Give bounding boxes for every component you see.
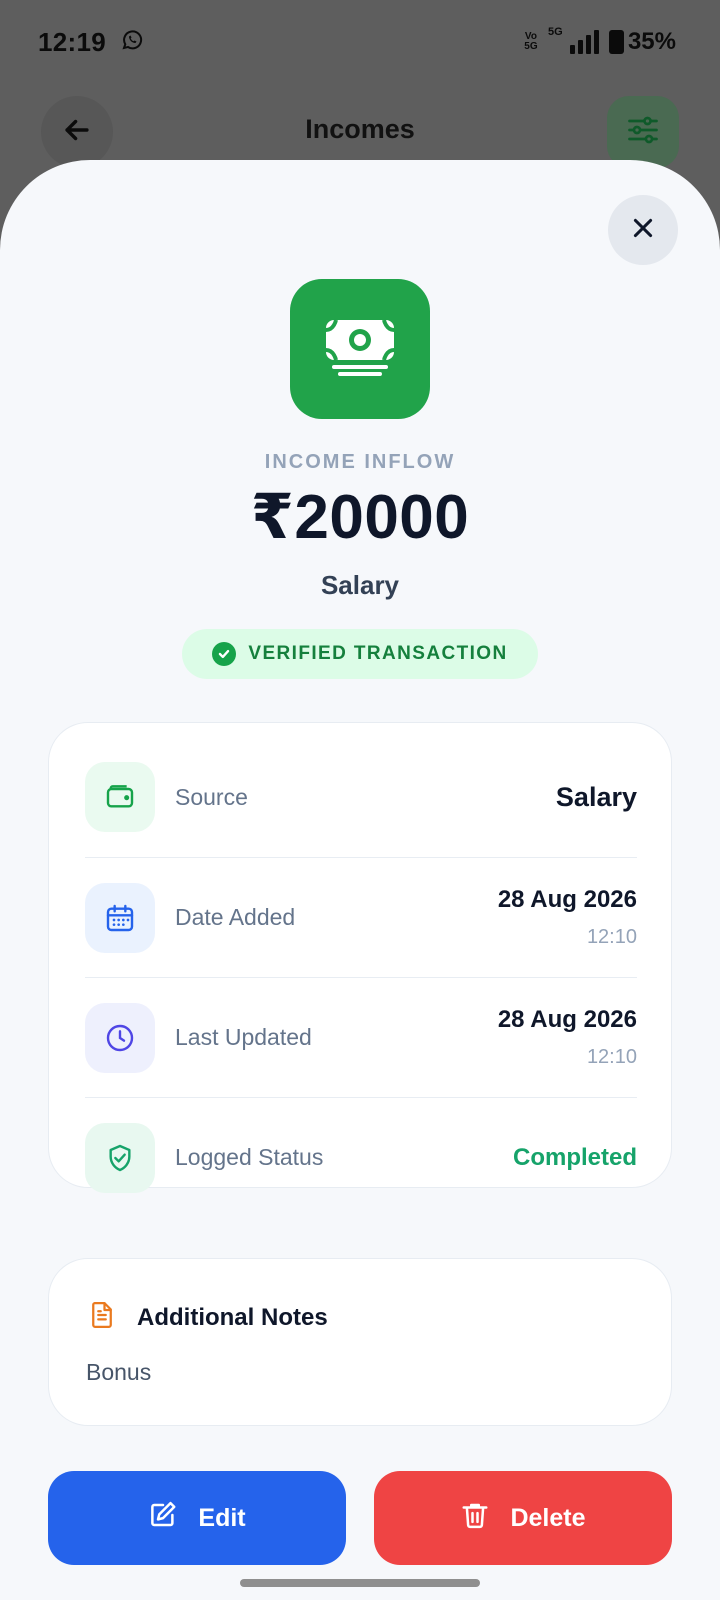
trash-icon — [460, 1499, 490, 1538]
details-card: Source Salary Date Added 28 Aug 2026 12:… — [48, 722, 672, 1193]
detail-label: Source — [175, 783, 248, 810]
notes-title: Additional Notes — [137, 1303, 328, 1331]
status-value: Completed — [512, 1143, 637, 1171]
filter-button[interactable] — [607, 96, 679, 168]
delete-button[interactable]: Delete — [374, 1471, 672, 1565]
shield-check-icon — [85, 1122, 155, 1193]
detail-time: 12:10 — [586, 1046, 637, 1068]
income-detail-sheet: INCOME INFLOW ₹20000 Salary VERIFIED TRA… — [0, 160, 720, 1600]
banknote-icon — [324, 317, 396, 382]
status-time: 12:19 — [38, 26, 106, 57]
edit-icon — [148, 1500, 178, 1537]
edit-button-label: Edit — [198, 1503, 246, 1532]
clock-icon — [85, 1002, 155, 1073]
inflow-label: INCOME INFLOW — [264, 451, 456, 473]
detail-row-source: Source Salary — [85, 737, 637, 857]
verified-badge: VERIFIED TRANSACTION — [182, 629, 538, 679]
detail-row-logged-status: Logged Status Completed — [85, 1097, 637, 1217]
detail-row-last-updated: Last Updated 28 Aug 2026 12:10 — [85, 977, 637, 1097]
detail-value: 28 Aug 2026 — [497, 886, 637, 913]
wallet-icon — [85, 762, 155, 832]
verified-badge-label: VERIFIED TRANSACTION — [248, 643, 508, 664]
income-amount: ₹20000 — [250, 483, 470, 552]
income-category: Salary — [320, 570, 400, 600]
check-circle-icon — [212, 642, 237, 666]
battery-indicator: 35% — [608, 28, 676, 56]
notes-body: Bonus — [86, 1359, 152, 1385]
sliders-icon — [625, 112, 661, 153]
close-button[interactable] — [608, 195, 678, 265]
detail-label: Last Updated — [175, 1024, 312, 1050]
edit-button[interactable]: Edit — [48, 1471, 346, 1565]
home-indicator[interactable] — [240, 1579, 480, 1587]
battery-icon — [608, 30, 624, 54]
detail-value: Salary — [555, 781, 637, 812]
notes-card: Additional Notes Bonus — [48, 1258, 672, 1426]
detail-row-date-added: Date Added 28 Aug 2026 12:10 — [85, 857, 637, 977]
close-icon — [630, 215, 656, 246]
volte-indicator: Vo 5G — [524, 31, 538, 52]
income-category-icon — [290, 279, 430, 419]
document-icon — [87, 1299, 117, 1336]
delete-button-label: Delete — [510, 1503, 586, 1532]
detail-label: Logged Status — [175, 1144, 324, 1170]
status-bar: 12:19 Vo 5G 5G 35% — [0, 0, 720, 84]
detail-time: 12:10 — [586, 926, 637, 948]
whatsapp-icon — [120, 28, 144, 57]
signal-icon: 5G — [548, 26, 599, 54]
calendar-icon — [85, 882, 155, 953]
detail-label: Date Added — [175, 904, 296, 930]
detail-value: 28 Aug 2026 — [497, 1006, 637, 1033]
